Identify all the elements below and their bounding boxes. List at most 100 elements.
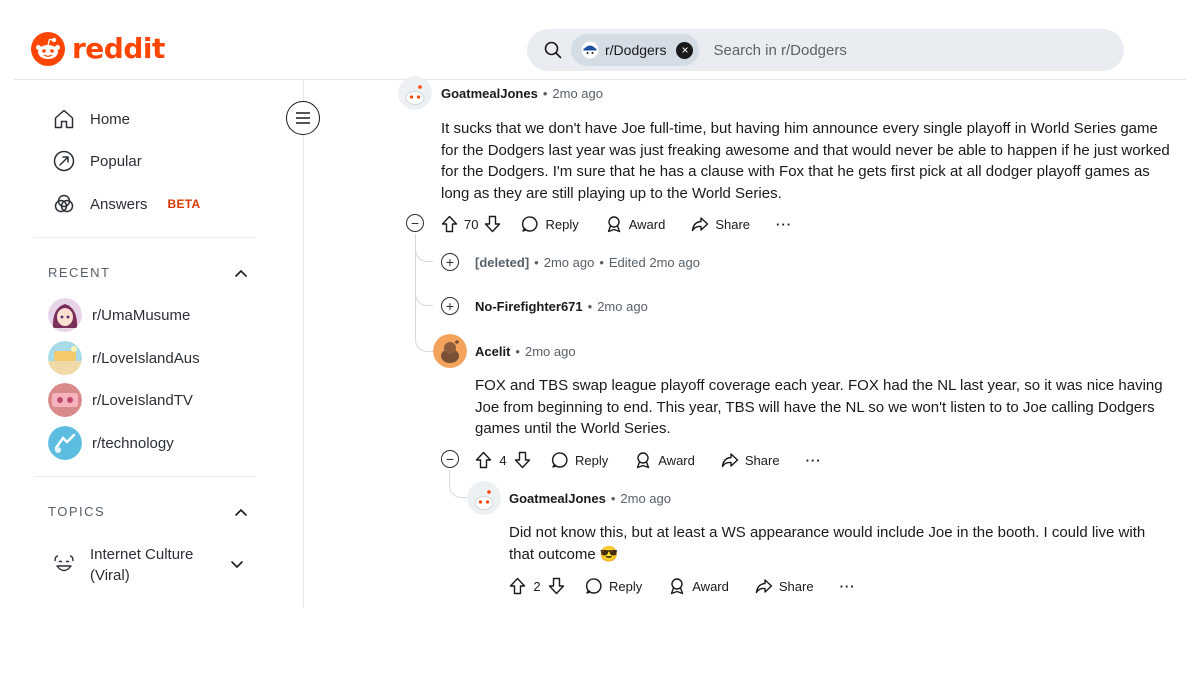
vote-count: 2 — [533, 578, 541, 594]
award-icon — [607, 216, 620, 233]
reply-button[interactable]: Reply — [521, 215, 579, 233]
recent-label: r/LoveIslandTV — [92, 391, 193, 409]
share-button[interactable]: Share — [755, 577, 814, 595]
downvote-icon[interactable] — [484, 215, 501, 233]
share-button[interactable]: Share — [691, 215, 750, 233]
recent-label: r/technology — [92, 434, 174, 452]
user-avatar[interactable] — [467, 481, 501, 515]
comment-author[interactable]: GoatmealJones — [509, 491, 606, 506]
nav-answers[interactable]: Answers BETA — [52, 188, 201, 220]
collapse-sidebar-button[interactable] — [286, 101, 320, 135]
share-label: Share — [744, 452, 780, 468]
popular-icon — [52, 149, 76, 173]
collapse-thread-icon[interactable]: − — [406, 214, 424, 232]
comment-age: 2mo ago — [543, 255, 595, 270]
subreddit-avatar — [48, 298, 82, 332]
comment-body: FOX and TBS swap league playoff coverage… — [475, 377, 1163, 437]
reddit-logo[interactable]: reddit — [30, 31, 165, 67]
comment-author[interactable]: GoatmealJones — [441, 86, 538, 101]
share-label: Share — [715, 216, 751, 232]
share-label: Share — [778, 578, 814, 594]
vote-count: 4 — [499, 452, 507, 468]
vote-count: 70 — [464, 216, 479, 232]
recent-label: r/LoveIslandAus — [92, 349, 200, 367]
edited-label: Edited 2mo ago — [608, 255, 700, 270]
snoo-avatar-icon — [467, 481, 501, 515]
snoo-avatar-icon — [433, 334, 467, 368]
meta-separator: • — [542, 86, 548, 101]
comment-age: 2mo ago — [552, 86, 603, 101]
comment-age: 2mo ago — [620, 491, 671, 506]
chevron-down-icon[interactable] — [230, 560, 244, 570]
expand-thread-icon[interactable]: + — [441, 253, 459, 271]
dodgers-subreddit-icon — [581, 41, 599, 59]
topic-label: Internet Culture (Viral) — [90, 546, 194, 584]
meta-separator: • — [587, 299, 593, 314]
chevron-up-icon — [235, 269, 247, 277]
thread-connector — [415, 240, 433, 262]
nav-home[interactable]: Home — [52, 103, 130, 135]
upvote-icon[interactable] — [475, 451, 492, 469]
top-header: reddit r/Dodgers × — [0, 0, 1200, 80]
reply-button[interactable]: Reply — [551, 451, 608, 469]
recent-item-loveislandtv[interactable]: r/LoveIslandTV — [48, 383, 193, 417]
comment-actions: 2 Reply Award Share ··· — [509, 574, 856, 598]
comment-body: It sucks that we don't have Joe full-tim… — [441, 120, 1170, 202]
topic-internet-culture[interactable]: Internet Culture (Viral) — [52, 544, 252, 586]
award-button[interactable]: Award — [634, 451, 695, 469]
recent-item-loveislandaus[interactable]: r/LoveIslandAus — [48, 341, 200, 375]
comment-author: [deleted] — [475, 255, 530, 270]
more-options-icon[interactable]: ··· — [776, 217, 792, 232]
recent-item-technology[interactable]: r/technology — [48, 426, 174, 460]
meta-separator: • — [610, 491, 616, 506]
remove-chip-icon[interactable]: × — [676, 41, 694, 59]
award-label: Award — [658, 452, 695, 468]
expand-thread-icon[interactable]: + — [441, 297, 459, 315]
nav-popular[interactable]: Popular — [52, 145, 142, 177]
more-options-icon[interactable]: ··· — [840, 579, 856, 594]
comment-actions: 70 Reply Award Share ··· — [441, 212, 792, 236]
share-icon — [692, 217, 709, 232]
reply-label: Reply — [575, 452, 609, 468]
downvote-icon[interactable] — [548, 577, 565, 595]
subreddit-avatar — [48, 341, 82, 375]
comment-meta: Acelit • 2mo ago — [475, 344, 576, 359]
nav-label: Answers — [90, 195, 148, 213]
subreddit-avatar — [48, 426, 82, 460]
recent-title: RECENT — [48, 265, 111, 280]
sidebar-divider — [303, 80, 304, 608]
share-icon — [721, 453, 739, 468]
search-bar[interactable]: r/Dodgers × — [527, 29, 1124, 71]
award-button[interactable]: Award — [668, 577, 729, 595]
beta-badge: BETA — [167, 197, 201, 211]
comment-author[interactable]: No-Firefighter671 — [475, 299, 583, 314]
sidebar-divider-2 — [34, 476, 256, 477]
recent-section-header[interactable]: RECENT — [48, 265, 248, 280]
collapse-thread-icon[interactable]: − — [441, 450, 459, 468]
vote-group: 70 — [441, 215, 501, 233]
sidebar-divider-1 — [34, 237, 256, 238]
award-button[interactable]: Award — [605, 215, 665, 233]
share-icon — [755, 579, 773, 594]
thread-connector — [449, 474, 467, 498]
logo-wordmark: reddit — [72, 32, 165, 65]
topics-section-header[interactable]: TOPICS — [48, 504, 248, 519]
award-label: Award — [692, 578, 729, 594]
thread-connector — [415, 300, 433, 352]
user-avatar[interactable] — [398, 76, 432, 110]
user-avatar[interactable] — [433, 334, 467, 368]
comment-meta: [deleted] • 2mo ago • Edited 2mo ago — [475, 255, 700, 270]
meta-separator: • — [515, 344, 520, 359]
more-options-icon[interactable]: ··· — [806, 453, 822, 468]
upvote-icon[interactable] — [509, 577, 526, 595]
vote-group: 4 — [475, 451, 531, 469]
upvote-icon[interactable] — [441, 215, 458, 233]
search-input[interactable] — [713, 41, 1094, 59]
comment-meta: GoatmealJones • 2mo ago — [441, 86, 603, 101]
comment-author[interactable]: Acelit — [475, 344, 510, 359]
reply-button[interactable]: Reply — [585, 577, 642, 595]
recent-item-umamusume[interactable]: r/UmaMusume — [48, 298, 190, 332]
share-button[interactable]: Share — [721, 451, 780, 469]
downvote-icon[interactable] — [514, 451, 531, 469]
subreddit-filter-chip[interactable]: r/Dodgers × — [571, 34, 700, 66]
